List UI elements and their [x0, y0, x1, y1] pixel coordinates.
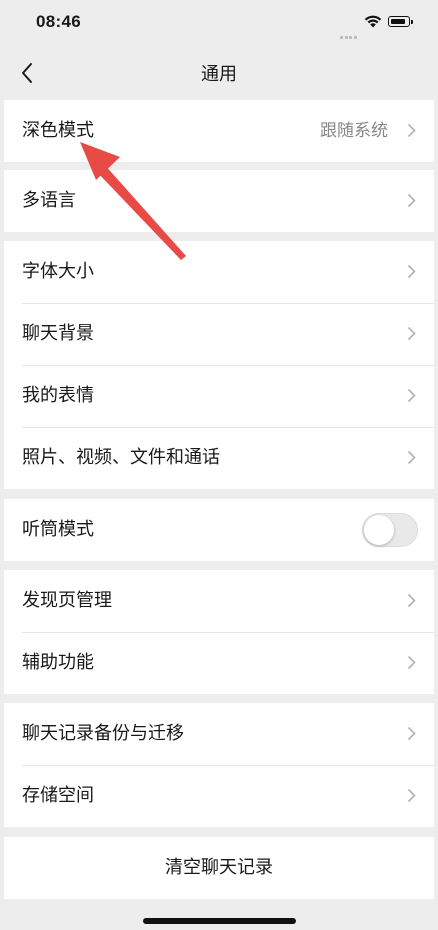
chevron-right-icon [407, 788, 416, 803]
setting-label: 聊天背景 [22, 323, 94, 344]
setting-value: 跟随系统 [320, 121, 388, 141]
status-bar: 08:46 [0, 0, 438, 46]
wifi-icon [364, 15, 382, 28]
settings-group-chat: 字体大小 聊天背景 我的表情 照片、视频、文件和通话 [4, 241, 434, 489]
settings-group-storage: 聊天记录备份与迁移 存储空间 [4, 703, 434, 827]
chevron-right-icon [407, 193, 416, 208]
clear-chat-history-label: 清空聊天记录 [165, 857, 273, 878]
settings-group-earpiece: 听筒模式 [4, 499, 434, 561]
earpiece-mode-toggle[interactable] [362, 513, 418, 547]
setting-font-size[interactable]: 字体大小 [4, 241, 434, 303]
setting-label: 存储空间 [22, 785, 94, 806]
navigation-bar: 通用 [0, 46, 438, 100]
setting-storage-space[interactable]: 存储空间 [4, 765, 434, 827]
chevron-right-icon [407, 655, 416, 670]
setting-chat-backup-migration[interactable]: 聊天记录备份与迁移 [4, 703, 434, 765]
setting-accessibility[interactable]: 辅助功能 [4, 632, 434, 694]
chevron-right-icon [407, 388, 416, 403]
setting-label: 字体大小 [22, 261, 94, 282]
chevron-right-icon [407, 450, 416, 465]
setting-label: 我的表情 [22, 385, 94, 406]
setting-my-stickers[interactable]: 我的表情 [4, 365, 434, 427]
setting-label: 听筒模式 [22, 519, 94, 540]
setting-language[interactable]: 多语言 [4, 170, 434, 232]
toggle-knob [364, 515, 394, 545]
cellular-signal-icon [340, 24, 358, 39]
setting-chat-background[interactable]: 聊天背景 [4, 303, 434, 365]
setting-discover-management[interactable]: 发现页管理 [4, 570, 434, 632]
setting-media-files-calls[interactable]: 照片、视频、文件和通话 [4, 427, 434, 489]
setting-label: 辅助功能 [22, 652, 94, 673]
battery-icon [388, 16, 413, 27]
settings-group-display: 深色模式 跟随系统 [4, 100, 434, 162]
chevron-right-icon [407, 326, 416, 341]
chevron-right-icon [407, 726, 416, 741]
clear-chat-history-button[interactable]: 清空聊天记录 [4, 837, 434, 899]
setting-label: 发现页管理 [22, 590, 112, 611]
setting-label: 聊天记录备份与迁移 [22, 723, 184, 744]
setting-earpiece-mode: 听筒模式 [4, 499, 434, 561]
chevron-right-icon [407, 264, 416, 279]
chevron-right-icon [407, 593, 416, 608]
setting-label: 多语言 [22, 190, 76, 211]
settings-group-features: 发现页管理 辅助功能 [4, 570, 434, 694]
status-time: 08:46 [36, 12, 81, 31]
chevron-right-icon [407, 123, 416, 138]
setting-label: 照片、视频、文件和通话 [22, 447, 220, 468]
settings-group-language: 多语言 [4, 170, 434, 232]
page-title: 通用 [201, 64, 237, 85]
home-indicator [143, 918, 296, 924]
setting-dark-mode[interactable]: 深色模式 跟随系统 [4, 100, 434, 162]
setting-label: 深色模式 [22, 120, 94, 141]
